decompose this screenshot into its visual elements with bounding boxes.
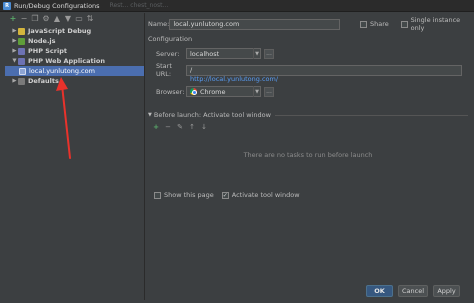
start-url-input[interactable]: /: [186, 64, 462, 76]
chevron-down-icon[interactable]: ▼: [253, 86, 260, 97]
single-instance-label: Single instance only: [410, 16, 461, 32]
expand-icon[interactable]: ▶: [11, 28, 18, 34]
tree-item-nodejs[interactable]: ▶ Node.js: [5, 36, 144, 46]
tree-item-local-yunlutong[interactable]: local.yunlutong.com: [5, 66, 144, 76]
tree-item-php-script[interactable]: ▶ PHP Script: [5, 46, 144, 56]
remove-task-icon[interactable]: −: [164, 123, 172, 131]
add-task-icon[interactable]: +: [152, 123, 160, 131]
server-value: localhost: [190, 49, 220, 58]
expand-icon[interactable]: ▶: [11, 78, 18, 84]
tree-item-label: local.yunlutong.com: [29, 67, 95, 75]
ok-button[interactable]: OK: [366, 285, 393, 297]
tree-toolbar: + − ❐ ⚙ ▲ ▼ ▭ ⇅: [5, 13, 144, 25]
activate-tool-label: Activate tool window: [231, 191, 300, 199]
share-label: Share: [369, 20, 389, 28]
background-tabs: Rest... chest_nost...: [109, 2, 169, 9]
before-launch-options: Show this page ✓ Activate tool window: [154, 191, 308, 199]
name-input[interactable]: local.yunlutong.com: [169, 18, 341, 30]
before-launch-header[interactable]: ▼ Before launch: Activate tool window: [148, 111, 468, 119]
web-config-icon: [19, 67, 26, 75]
server-select[interactable]: localhost ▼: [186, 48, 261, 59]
configuration-section-title: Configuration: [148, 35, 193, 43]
collapse-icon[interactable]: ▼: [11, 58, 18, 64]
window-title: Run/Debug Configurations: [14, 1, 100, 10]
javascript-icon: [18, 27, 25, 35]
tree-item-label: Defaults: [28, 77, 59, 85]
app-icon: R: [3, 1, 11, 10]
tree-item-label: JavaScript Debug: [28, 27, 92, 35]
configurations-panel: + − ❐ ⚙ ▲ ▼ ▭ ⇅ ▶ JavaScript Debug ▶ Nod…: [5, 13, 145, 300]
name-row: Name: local.yunlutong.com Share Single i…: [148, 16, 474, 32]
move-up-icon[interactable]: ▲: [53, 15, 61, 23]
nodejs-icon: [18, 37, 25, 45]
full-url-link[interactable]: http://local.yunlutong.com/: [190, 75, 278, 83]
expand-icon[interactable]: ▶: [11, 38, 18, 44]
remove-icon[interactable]: −: [20, 15, 28, 23]
move-down-icon[interactable]: ↓: [200, 123, 208, 131]
move-up-icon[interactable]: ↑: [188, 123, 196, 131]
start-url-label: Start URL:: [156, 62, 172, 78]
empty-task-message: There are no tasks to run before launch: [243, 151, 373, 159]
tree-item-label: PHP Web Application: [28, 57, 105, 65]
show-page-label: Show this page: [164, 191, 214, 199]
copy-icon[interactable]: ❐: [31, 15, 39, 23]
share-checkbox[interactable]: [360, 20, 367, 28]
tree-item-javascript-debug[interactable]: ▶ JavaScript Debug: [5, 26, 144, 36]
before-launch-toolbar: + − ✎ ↑ ↓: [152, 123, 208, 131]
sort-icon[interactable]: ⇅: [86, 15, 94, 23]
defaults-icon: [18, 77, 25, 85]
title-bar: R Run/Debug Configurations Rest... chest…: [0, 0, 474, 12]
single-instance-checkbox[interactable]: [400, 20, 408, 28]
browser-row: Browser: Chrome ▼ ...: [156, 86, 274, 97]
browser-value: Chrome: [200, 87, 226, 96]
apply-button[interactable]: Apply: [433, 285, 460, 297]
configuration-tree: ▶ JavaScript Debug ▶ Node.js ▶ PHP Scrip…: [5, 26, 144, 86]
name-label: Name:: [148, 20, 170, 28]
chevron-down-icon[interactable]: ▼: [253, 48, 260, 59]
task-list[interactable]: [148, 133, 468, 193]
settings-icon[interactable]: ⚙: [42, 15, 50, 23]
move-down-icon[interactable]: ▼: [64, 15, 72, 23]
collapse-icon[interactable]: ▼: [148, 112, 152, 118]
browser-label: Browser:: [156, 87, 185, 96]
add-icon[interactable]: +: [9, 15, 17, 23]
expand-icon[interactable]: ▶: [11, 48, 18, 54]
folder-icon[interactable]: ▭: [75, 15, 83, 23]
chrome-icon: [190, 88, 197, 95]
tree-item-php-web-application[interactable]: ▼ PHP Web Application: [5, 56, 144, 66]
php-web-icon: [18, 57, 25, 65]
tree-item-defaults[interactable]: ▶ Defaults: [5, 76, 144, 86]
browser-browse-button[interactable]: ...: [264, 86, 274, 97]
show-page-checkbox[interactable]: [154, 191, 161, 199]
activate-tool-option[interactable]: ✓ Activate tool window: [221, 191, 300, 199]
divider: [274, 114, 468, 116]
php-icon: [18, 47, 25, 55]
server-label: Server:: [156, 49, 180, 58]
server-browse-button[interactable]: ...: [264, 48, 274, 59]
configuration-form: Name: local.yunlutong.com Share Single i…: [148, 13, 474, 303]
browser-select[interactable]: Chrome ▼: [186, 86, 261, 97]
tree-item-label: Node.js: [28, 37, 56, 45]
before-launch-title: Before launch: Activate tool window: [153, 111, 271, 119]
cancel-button[interactable]: Cancel: [398, 285, 428, 297]
edit-task-icon[interactable]: ✎: [176, 123, 184, 131]
server-row: Server: localhost ▼ ...: [156, 48, 274, 59]
show-page-option[interactable]: Show this page: [154, 191, 214, 199]
activate-tool-checkbox[interactable]: ✓: [221, 191, 229, 199]
tree-item-label: PHP Script: [28, 47, 67, 55]
